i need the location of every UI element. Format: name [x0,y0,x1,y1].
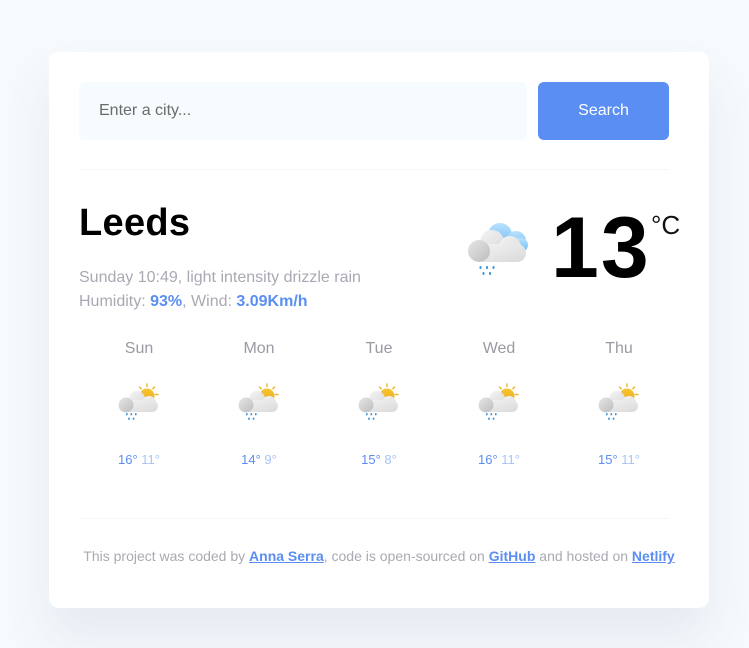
forecast-max: 14° [241,452,261,467]
forecast-max: 15° [361,452,381,467]
forecast-temps: 14° 9° [199,452,319,467]
forecast-day: Wed 16° 11° [439,338,559,488]
footer-text: and hosted on [535,548,632,564]
forecast-min: 11° [621,452,640,467]
sun-cloud-rain-icon [357,383,399,421]
humidity-value: 93% [150,293,183,310]
sun-cloud-rain-icon [477,383,519,421]
forecast-temps: 15° 11° [559,452,679,467]
forecast-temps: 16° 11° [439,452,559,467]
forecast-day: Sun 16° 11° [79,338,199,488]
forecast-max: 15° [598,452,618,467]
forecast-day: Thu 15° 11° [559,338,679,488]
footer-divider [79,518,669,519]
sun-cloud-rain-icon [117,383,159,421]
wind-value: 3.09Km/h [236,293,308,310]
current-temperature: 13 [551,200,651,296]
sun-cloud-rain-icon [237,383,279,421]
forecast-day-name: Mon [243,340,275,357]
forecast-day: Tue 15° 8° [319,338,439,488]
city-name: Leeds [79,202,191,244]
forecast-min: 11° [141,452,160,467]
header-divider [79,169,669,170]
search-form: Search [79,82,669,140]
footer-text: , code is open-sourced on [323,548,489,564]
footer: This project was coded by Anna Serra, co… [49,548,709,564]
forecast-day-name: Thu [605,340,633,357]
cloud-drizzle-icon [468,223,528,275]
city-search-input[interactable] [79,82,527,140]
forecast-temps: 16° 11° [79,452,199,467]
weather-card: Search Leeds Sunday 10:49, light intensi… [49,52,709,608]
day-time: Sunday 10:49 [79,269,178,286]
forecast-temps: 15° 8° [319,452,439,467]
forecast-day-name: Wed [482,340,516,357]
forecast-list: Sun 16° 11° Mon 14° 9° Tue 15° 8° Wed 16… [79,338,679,488]
forecast-max: 16° [478,452,498,467]
forecast-min: 9° [264,452,277,467]
weather-description: light intensity drizzle rain [186,269,361,286]
search-button[interactable]: Search [538,82,669,140]
date-description: Sunday 10:49, light intensity drizzle ra… [79,269,361,286]
forecast-day-name: Tue [365,340,393,357]
github-link[interactable]: GitHub [489,548,536,564]
forecast-max: 16° [118,452,138,467]
humidity-wind: Humidity: 93%, Wind: 3.09Km/h [79,293,308,310]
forecast-day: Mon 14° 9° [199,338,319,488]
forecast-day-name: Sun [124,340,154,357]
footer-text: This project was coded by [83,548,250,564]
author-link[interactable]: Anna Serra [249,548,324,564]
temperature-unit[interactable]: °C [651,210,680,241]
forecast-min: 8° [384,452,397,467]
current-details: Sunday 10:49, light intensity drizzle ra… [79,266,361,314]
forecast-min: 11° [501,452,520,467]
wind-label: Wind: [191,293,237,310]
humidity-label: Humidity: [79,293,151,310]
sun-cloud-rain-icon [597,383,639,421]
netlify-link[interactable]: Netlify [632,548,675,564]
